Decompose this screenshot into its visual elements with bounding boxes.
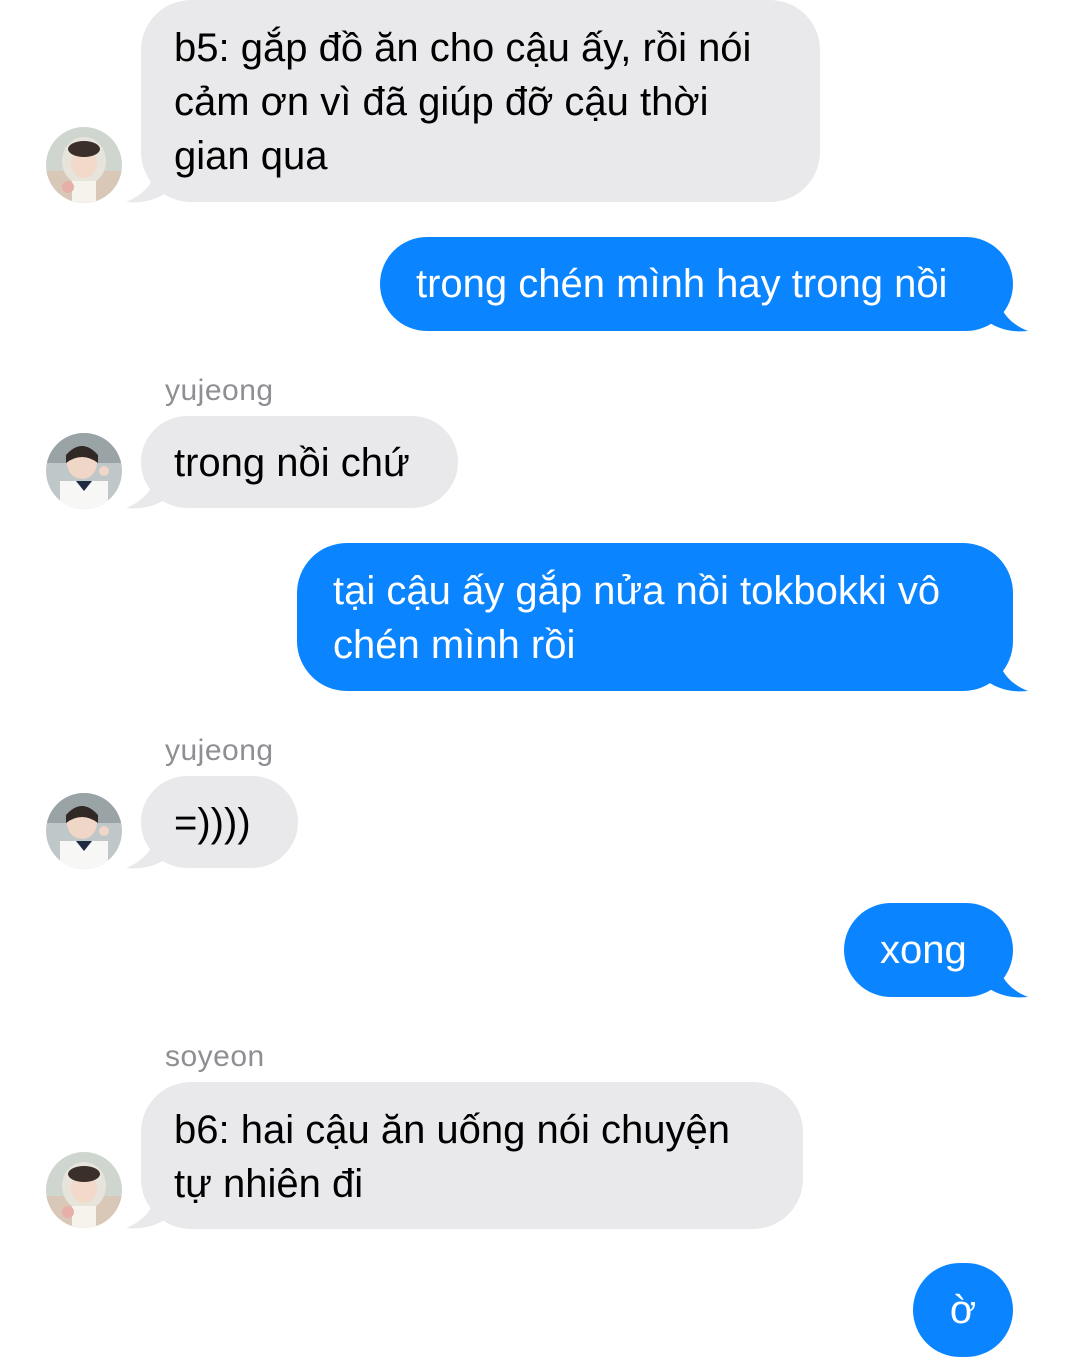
outgoing-message-bubble[interactable]: tại cậu ấy gắp nửa nồi tokbokki vô chén …: [297, 543, 1013, 691]
avatar-photo-icon: [46, 433, 122, 509]
outgoing-message-bubble[interactable]: ờ: [913, 1263, 1013, 1357]
message-text: ờ: [949, 1288, 977, 1332]
message-text: =)))): [174, 801, 251, 845]
outgoing-bubble-tail: [984, 291, 1028, 332]
sender-name: yujeong: [165, 374, 274, 407]
sender-avatar[interactable]: [46, 793, 122, 869]
message-text: xong: [880, 928, 967, 972]
message-text: trong nồi chứ: [174, 441, 410, 485]
incoming-bubble-tail: [126, 162, 170, 203]
incoming-message-bubble[interactable]: trong nồi chứ: [141, 416, 458, 508]
message-text: b5: gắp đồ ăn cho cậu ấy, rồi nói cảm ơn…: [174, 26, 752, 178]
incoming-bubble-tail: [126, 828, 170, 869]
message-text: trong chén mình hay trong nồi: [416, 262, 948, 306]
avatar-photo-icon: [46, 1152, 122, 1228]
outgoing-bubble-tail: [984, 651, 1028, 692]
outgoing-bubble-tail: [984, 957, 1028, 998]
incoming-bubble-tail: [126, 1188, 170, 1229]
incoming-message-bubble[interactable]: b5: gắp đồ ăn cho cậu ấy, rồi nói cảm ơn…: [141, 0, 820, 202]
sender-avatar[interactable]: [46, 1152, 122, 1228]
incoming-bubble-tail: [126, 468, 170, 509]
message-thread: b5: gắp đồ ăn cho cậu ấy, rồi nói cảm ơn…: [0, 0, 1080, 1365]
avatar-photo-icon: [46, 793, 122, 869]
sender-name: soyeon: [165, 1040, 265, 1073]
message-text: b6: hai cậu ăn uống nói chuyện tự nhiên …: [174, 1108, 730, 1206]
outgoing-message-bubble[interactable]: trong chén mình hay trong nồi: [380, 237, 1013, 331]
sender-name: yujeong: [165, 734, 274, 767]
incoming-message-bubble[interactable]: b6: hai cậu ăn uống nói chuyện tự nhiên …: [141, 1082, 803, 1229]
avatar-photo-icon: [46, 127, 122, 203]
sender-avatar[interactable]: [46, 127, 122, 203]
message-text: tại cậu ấy gắp nửa nồi tokbokki vô chén …: [333, 569, 941, 667]
sender-avatar[interactable]: [46, 433, 122, 509]
